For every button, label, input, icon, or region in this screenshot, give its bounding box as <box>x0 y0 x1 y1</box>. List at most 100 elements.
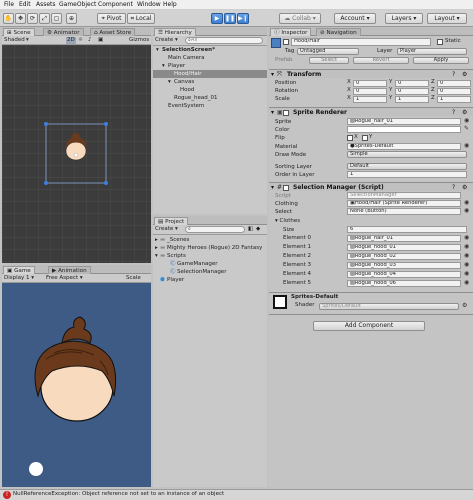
transform-tool-button[interactable]: ⊕ <box>66 13 77 24</box>
hierarchy-item[interactable]: ▾ Player <box>153 62 267 70</box>
account-dropdown[interactable]: Account ▾ <box>334 13 376 24</box>
local-toggle[interactable]: ⌗ Local <box>127 13 155 24</box>
hierarchy-search-input[interactable]: ⌕All <box>185 37 263 44</box>
clothes-element-field[interactable]: ▧Rogue_hood_01 <box>347 243 461 251</box>
project-item[interactable]: Ⓒ GameManager <box>153 260 267 268</box>
tab-asset-store[interactable]: ⌂ Asset Store <box>90 28 136 36</box>
aspect-dropdown[interactable]: Free Aspect ▾ <box>46 275 83 282</box>
project-item[interactable]: ⬢ Player <box>153 276 267 284</box>
transform-scale-y-field[interactable]: 1 <box>395 95 429 103</box>
component-settings-icon[interactable]: ⚙ <box>462 183 467 192</box>
game-viewport[interactable] <box>2 283 151 487</box>
menu-file[interactable]: File <box>4 1 14 8</box>
transform-scale-z-field[interactable]: 1 <box>437 95 471 103</box>
component-settings-icon[interactable]: ⚙ <box>462 70 467 79</box>
hierarchy-item[interactable]: Hood <box>153 86 267 94</box>
prefab-apply-button[interactable]: Apply <box>413 57 469 64</box>
eyedropper-icon[interactable]: ✎ <box>464 125 469 133</box>
object-picker-icon[interactable]: ◉ <box>464 234 469 242</box>
object-picker-icon[interactable]: ◉ <box>464 199 469 207</box>
layers-dropdown[interactable]: Layers ▾ <box>385 13 423 24</box>
pivot-toggle[interactable]: ⌖ Pivot <box>97 13 126 24</box>
project-item[interactable]: ▸ ▬ Mighty Heroes (Rogue) 2D Fantasy <box>153 244 267 252</box>
project-item[interactable]: ▸ ▬ _Scenes <box>153 236 267 244</box>
hierarchy-item[interactable]: Main Camera <box>153 54 267 62</box>
menu-gameobject[interactable]: GameObject <box>59 1 96 8</box>
object-picker-icon[interactable]: ◉ <box>464 252 469 260</box>
tab-navigation[interactable]: ⊘ Navigation <box>316 28 361 36</box>
display-dropdown[interactable]: Display 1 ▾ <box>4 275 34 282</box>
flip-y-checkbox[interactable] <box>362 135 368 141</box>
foldout-arrow-icon[interactable]: ▸ <box>155 236 158 244</box>
add-component-button[interactable]: Add Component <box>313 321 425 331</box>
gizmos-dropdown[interactable]: Gizmos <box>129 37 149 44</box>
clothes-element-field[interactable]: ▧Rogue_hood_03 <box>347 261 461 269</box>
tag-dropdown[interactable]: Untagged <box>297 48 359 55</box>
foldout-arrow-icon[interactable]: ▸ <box>155 244 158 252</box>
object-picker-icon[interactable]: ◉ <box>464 261 469 269</box>
transform-position-y-field[interactable]: 0 <box>395 79 429 87</box>
selection-manager-header[interactable]: ▾ # Selection Manager (Script) ? ⚙ <box>269 182 473 191</box>
transform-rotation-y-field[interactable]: 0 <box>395 87 429 95</box>
transform-rotation-x-field[interactable]: 0 <box>353 87 387 95</box>
clothes-foldout[interactable]: ▾ Clothes <box>275 217 300 225</box>
active-checkbox[interactable] <box>283 39 289 45</box>
foldout-arrow-icon[interactable]: ▾ <box>162 62 165 70</box>
select-field[interactable]: None (Button) <box>347 208 461 215</box>
tab-game[interactable]: ▣ Game <box>3 266 35 274</box>
scene-panel[interactable]: ⊞ Scene ⚙ Animator ⌂ Asset Store Shaded … <box>2 27 151 263</box>
size-field[interactable]: 6 <box>347 226 467 233</box>
effects-icon[interactable]: ▣ <box>98 37 103 44</box>
rotate-tool-button[interactable]: ⟳ <box>27 13 38 24</box>
menu-assets[interactable]: Assets <box>36 1 56 8</box>
project-item[interactable]: ▾ ▬ Scripts <box>153 252 267 260</box>
clothes-element-field[interactable]: ▧Rogue_hair_01 <box>347 234 461 242</box>
collab-dropdown[interactable]: ☁ Collab ▾ <box>279 13 321 24</box>
layer-dropdown[interactable]: Player <box>397 48 467 55</box>
hierarchy-item[interactable]: ▾ SelectionScreen* <box>153 46 267 54</box>
foldout-arrow-icon[interactable]: ▾ <box>156 46 159 54</box>
transform-scale-x-field[interactable]: 1 <box>353 95 387 103</box>
status-message[interactable]: NullReferenceException: Object reference… <box>13 491 224 498</box>
tab-animation[interactable]: ▶ Animation <box>48 266 91 274</box>
rect-tool-button[interactable]: ▢ <box>51 13 62 24</box>
hierarchy-item[interactable]: EventSystem <box>153 102 267 110</box>
status-bar[interactable]: ! NullReferenceException: Object referen… <box>0 489 473 500</box>
transform-header[interactable]: ▾ ⤧ Transform ? ⚙ <box>269 69 473 78</box>
hierarchy-item[interactable]: Hood/Hair <box>153 70 267 78</box>
menu-window[interactable]: Window <box>137 1 161 8</box>
menu-help[interactable]: Help <box>163 1 177 8</box>
object-name-field[interactable]: Hood/Hair <box>291 38 431 46</box>
step-button[interactable]: ▶❙ <box>237 13 249 24</box>
hierarchy-item[interactable]: ▾ Canvas <box>153 78 267 86</box>
draw-mode-dropdown[interactable]: Simple <box>347 151 467 158</box>
scale-slider-label[interactable]: Scale <box>126 275 141 282</box>
tab-animator[interactable]: ⚙ Animator <box>43 28 84 36</box>
play-button[interactable]: ▶ <box>211 13 223 24</box>
hierarchy-create-dropdown[interactable]: Create ▾ <box>155 37 178 44</box>
tab-hierarchy[interactable]: ☰ Hierarchy <box>154 28 196 36</box>
filter-type-icon[interactable]: ◧ <box>248 226 253 233</box>
static-checkbox[interactable] <box>437 39 443 45</box>
material-settings-icon[interactable]: ⚙ <box>462 302 467 310</box>
hierarchy-item[interactable]: Rogue_head_01 <box>153 94 267 102</box>
menu-component[interactable]: Component <box>98 1 133 8</box>
sprite-renderer-header[interactable]: ▾ ▣ Sprite Renderer ? ⚙ <box>269 107 473 116</box>
audio-icon[interactable]: ♪ <box>88 37 92 44</box>
object-picker-icon[interactable]: ◉ <box>464 117 469 125</box>
tab-project[interactable]: ▤ Project <box>154 217 189 225</box>
component-help-icon[interactable]: ? <box>452 70 455 79</box>
flip-x-checkbox[interactable] <box>347 135 353 141</box>
transform-position-x-field[interactable]: 0 <box>353 79 387 87</box>
object-picker-icon[interactable]: ◉ <box>464 243 469 251</box>
clothing-field[interactable]: ▣Hood/Hair (Sprite Renderer) <box>347 200 461 207</box>
tab-scene[interactable]: ⊞ Scene <box>3 28 35 36</box>
transform-rotation-z-field[interactable]: 0 <box>437 87 471 95</box>
object-picker-icon[interactable]: ◉ <box>464 142 469 150</box>
tab-inspector[interactable]: ⓘ Inspector <box>270 28 312 36</box>
foldout-arrow-icon[interactable]: ▾ <box>168 78 171 86</box>
material-field[interactable]: ●Sprites-Default <box>347 143 461 150</box>
prefab-select-button[interactable]: Select <box>309 57 349 64</box>
game-panel[interactable]: ▣ Game ▶ Animation Display 1 ▾ Free Aspe… <box>2 265 151 487</box>
sorting-layer-dropdown[interactable]: Default <box>347 163 467 170</box>
